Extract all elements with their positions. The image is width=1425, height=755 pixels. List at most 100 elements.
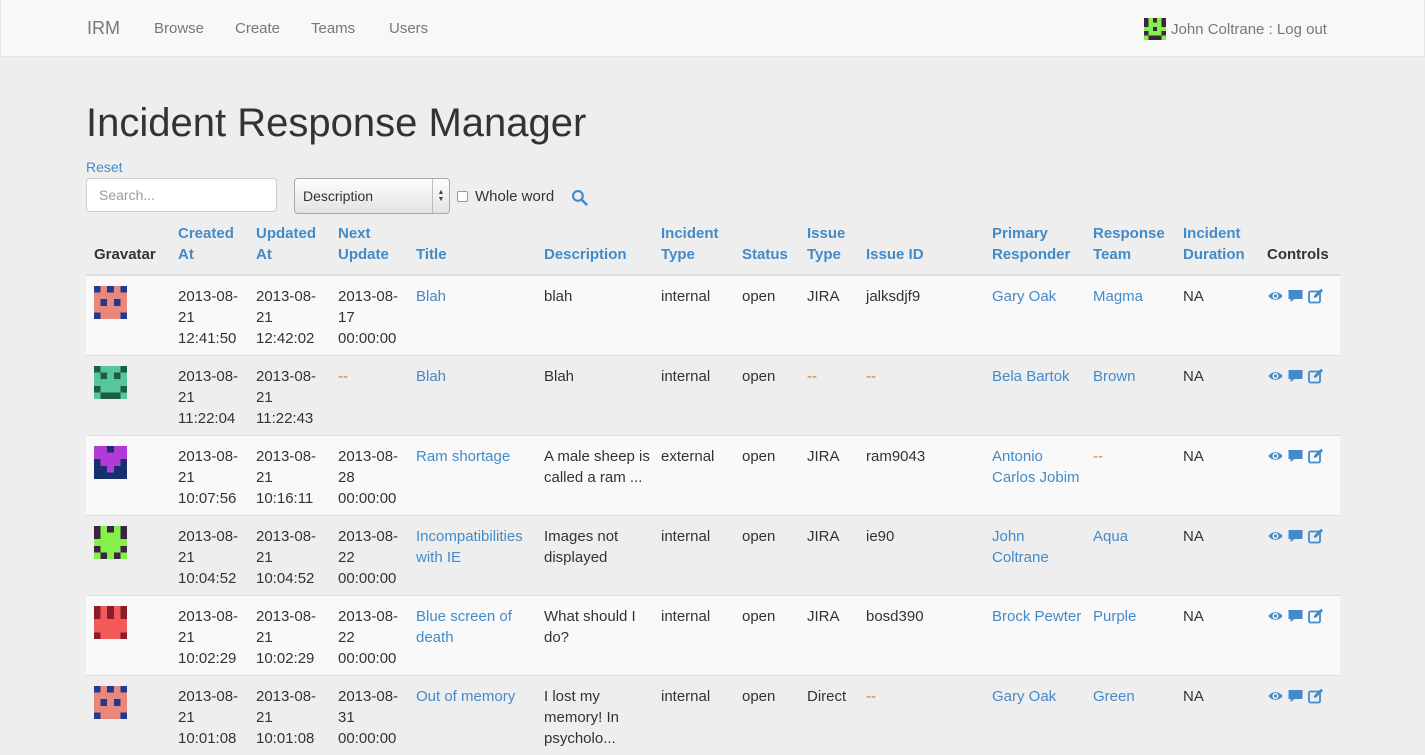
response-team-link[interactable]: Green <box>1093 688 1135 705</box>
comment-icon[interactable] <box>1287 608 1304 624</box>
whole-word-label: Whole word <box>475 188 555 205</box>
search-icon[interactable] <box>571 189 588 206</box>
primary-responder-link[interactable]: Brock Pewter <box>992 608 1081 625</box>
col-header-issue-id[interactable]: Issue ID <box>858 222 984 276</box>
controls-cell <box>1259 594 1340 675</box>
col-header-created-at[interactable]: Created At <box>170 222 248 276</box>
comment-icon[interactable] <box>1287 448 1304 464</box>
title-cell: Out of memory <box>408 674 536 755</box>
col-header-incident-type[interactable]: Incident Type <box>653 222 734 276</box>
row-controls <box>1267 366 1340 384</box>
reset-link[interactable]: Reset <box>86 159 123 175</box>
title-link[interactable]: Blah <box>416 368 446 385</box>
controls-cell <box>1259 674 1340 755</box>
primary-responder-cell: Gary Oak <box>984 274 1085 355</box>
next-update-cell: -- <box>330 354 408 435</box>
edit-icon[interactable] <box>1307 528 1324 544</box>
issue-type-cell: JIRA <box>799 514 858 595</box>
gravatar-cell <box>86 434 170 515</box>
table-row: 2013-08-21 10:04:52 2013-08-21 10:04:52 20… <box>86 514 1340 595</box>
col-header-description[interactable]: Description <box>536 222 653 276</box>
search-input[interactable] <box>86 178 277 212</box>
primary-responder-link[interactable]: Bela Bartok <box>992 368 1070 385</box>
nav-create[interactable]: Create <box>235 20 280 37</box>
issue-type-cell: Direct <box>799 674 858 755</box>
comment-icon[interactable] <box>1287 688 1304 704</box>
user-name-link[interactable]: John Coltrane <box>1171 21 1264 38</box>
incident-duration-cell: NA <box>1175 594 1259 675</box>
primary-responder-link[interactable]: Antonio Carlos Jobim <box>992 448 1080 486</box>
eye-icon[interactable] <box>1267 608 1284 624</box>
response-team-link[interactable]: Aqua <box>1093 528 1128 545</box>
edit-icon[interactable] <box>1307 608 1324 624</box>
gravatar-cell <box>86 354 170 435</box>
brand-link[interactable]: IRM <box>87 18 120 39</box>
eye-icon[interactable] <box>1267 368 1284 384</box>
gravatar-avatar <box>94 445 127 479</box>
incident-type-cell: internal <box>653 274 734 355</box>
primary-responder-link[interactable]: Gary Oak <box>992 688 1056 705</box>
navbar: IRM Browse Create Teams Users John Coltr… <box>0 0 1425 57</box>
col-header-updated-at[interactable]: Updated At <box>248 222 330 276</box>
issue-id-cell: bosd390 <box>858 594 984 675</box>
updated-at-cell: 2013-08-21 10:01:08 <box>248 674 330 755</box>
gravatar-cell <box>86 674 170 755</box>
primary-responder-cell: Antonio Carlos Jobim <box>984 434 1085 515</box>
title-link[interactable]: Blah <box>416 288 446 305</box>
incident-type-cell: internal <box>653 674 734 755</box>
title-link[interactable]: Blue screen of death <box>416 608 512 646</box>
logout-link[interactable]: Log out <box>1277 21 1327 38</box>
row-controls <box>1267 686 1340 704</box>
col-header-title[interactable]: Title <box>408 222 536 276</box>
table-row: 2013-08-21 10:07:56 2013-08-21 10:16:11 20… <box>86 434 1340 515</box>
col-header-gravatar: Gravatar <box>86 222 170 276</box>
next-update-cell: 2013-08-31 00:00:00 <box>330 674 408 755</box>
nav-teams[interactable]: Teams <box>311 20 355 37</box>
updated-at-cell: 2013-08-21 11:22:43 <box>248 354 330 435</box>
nav-browse[interactable]: Browse <box>154 20 204 37</box>
eye-icon[interactable] <box>1267 528 1284 544</box>
comment-icon[interactable] <box>1287 368 1304 384</box>
col-header-primary-responder[interactable]: Primary Responder <box>984 222 1085 276</box>
edit-icon[interactable] <box>1307 368 1324 384</box>
whole-word-checkbox[interactable] <box>457 191 468 202</box>
comment-icon[interactable] <box>1287 288 1304 304</box>
search-field-select[interactable]: Description ▲ ▼ <box>294 178 450 214</box>
response-team-cell: Aqua <box>1085 514 1175 595</box>
nav-users[interactable]: Users <box>389 20 428 37</box>
edit-icon[interactable] <box>1307 448 1324 464</box>
response-team-cell: -- <box>1085 434 1175 515</box>
title-link[interactable]: Incompatibilities with IE <box>416 528 523 566</box>
response-team-link[interactable]: Purple <box>1093 608 1136 625</box>
description-cell: I lost my memory! In psycholo... <box>536 674 653 755</box>
primary-responder-cell: Gary Oak <box>984 674 1085 755</box>
eye-icon[interactable] <box>1267 288 1284 304</box>
eye-icon[interactable] <box>1267 688 1284 704</box>
updated-at-cell: 2013-08-21 10:04:52 <box>248 514 330 595</box>
gravatar-avatar <box>94 365 127 399</box>
controls-cell <box>1259 514 1340 595</box>
issue-type-cell: JIRA <box>799 594 858 675</box>
primary-responder-link[interactable]: Gary Oak <box>992 288 1056 305</box>
edit-icon[interactable] <box>1307 288 1324 304</box>
incidents-table: Gravatar Created At Updated At Next Upda… <box>86 222 1340 755</box>
user-separator: : <box>1264 20 1277 38</box>
next-update-cell: 2013-08-22 00:00:00 <box>330 514 408 595</box>
eye-icon[interactable] <box>1267 448 1284 464</box>
col-header-response-team[interactable]: Response Team <box>1085 222 1175 276</box>
title-cell: Blah <box>408 274 536 355</box>
comment-icon[interactable] <box>1287 528 1304 544</box>
created-at-cell: 2013-08-21 10:02:29 <box>170 594 248 675</box>
title-link[interactable]: Ram shortage <box>416 448 510 465</box>
response-team-link[interactable]: Magma <box>1093 288 1143 305</box>
col-header-next-update[interactable]: Next Update <box>330 222 408 276</box>
edit-icon[interactable] <box>1307 688 1324 704</box>
response-team-link[interactable]: Brown <box>1093 368 1136 385</box>
issue-id-cell: -- <box>858 674 984 755</box>
issue-type-empty: -- <box>807 367 817 385</box>
col-header-issue-type[interactable]: Issue Type <box>799 222 858 276</box>
primary-responder-link[interactable]: John Coltrane <box>992 528 1049 566</box>
col-header-status[interactable]: Status <box>734 222 799 276</box>
col-header-incident-duration[interactable]: Incident Duration <box>1175 222 1259 276</box>
title-link[interactable]: Out of memory <box>416 688 515 705</box>
